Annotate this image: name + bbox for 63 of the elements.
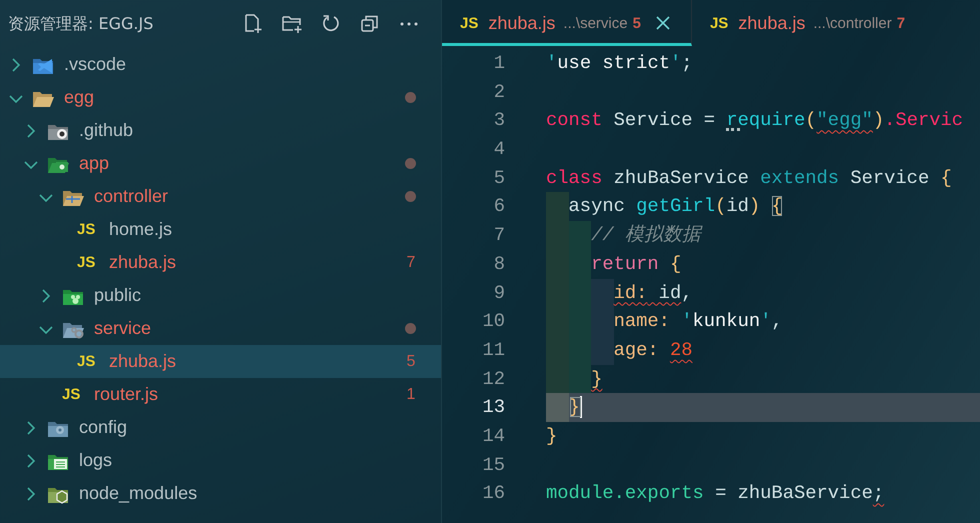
code-line: return { (591, 252, 682, 277)
code-line: const Service = require("egg").Servic (546, 108, 964, 134)
folder-tree-item[interactable]: service (0, 312, 441, 345)
line-number: 11 (481, 338, 505, 363)
code-line: async getGirl(id) { (568, 194, 783, 220)
line-number: 15 (481, 452, 505, 478)
folder-tree-item[interactable]: node_modules (0, 477, 441, 510)
code-line: module.exports = zhuBaService; (546, 481, 884, 506)
code-line: // 模拟数据 (591, 223, 701, 248)
editor-tab[interactable]: JS zhuba.js ...\service 5 (442, 0, 692, 46)
js-file-icon: JS (77, 353, 97, 370)
problem-count: 5 (406, 352, 416, 370)
code-line: } (591, 366, 602, 392)
line-number: 9 (492, 280, 505, 306)
code-line: } (546, 424, 558, 449)
new-file-icon[interactable] (243, 14, 263, 34)
line-number: 16 (481, 481, 505, 506)
collapse-all-icon[interactable] (360, 14, 380, 34)
tab-path: ...\service (563, 14, 628, 32)
new-folder-icon[interactable] (282, 14, 302, 34)
folder-tree-item[interactable]: egg (0, 81, 441, 114)
line-number: 7 (492, 223, 505, 248)
folder-tree-item[interactable]: config (0, 411, 441, 444)
problem-count: 5 (632, 14, 641, 32)
line-number: 12 (481, 366, 505, 392)
file-tree-item[interactable]: JS zhuba.js 7 (0, 246, 441, 279)
js-file-icon: JS (710, 14, 728, 32)
line-number: 5 (492, 166, 505, 191)
folder-tree-item[interactable]: public (0, 279, 441, 312)
line-number: 2 (492, 80, 505, 105)
line-number: 4 (492, 137, 505, 162)
editor-tab[interactable]: JS zhuba.js ...\controller 7 (692, 0, 936, 46)
folder-tree-item[interactable]: app (0, 147, 441, 180)
code-line: name: 'kunkun', (614, 309, 783, 334)
js-file-icon: JS (77, 221, 97, 238)
refresh-icon[interactable] (321, 14, 341, 34)
line-number: 10 (481, 309, 505, 334)
folder-tree-item[interactable]: controller (0, 180, 441, 213)
line-number: 6 (492, 194, 505, 220)
folder-tree-item[interactable]: .vscode (0, 48, 441, 81)
problem-count: 7 (406, 254, 416, 272)
problem-count: 1 (406, 386, 416, 404)
line-number: 14 (481, 424, 505, 449)
file-tree-item[interactable]: JS zhuba.js 5 (0, 345, 441, 378)
file-tree-item[interactable]: JS home.js (0, 213, 441, 246)
line-number: 1 (492, 51, 505, 76)
line-number: 13 (481, 395, 505, 420)
line-number: 8 (492, 252, 505, 277)
problem-count: 7 (896, 14, 906, 32)
tab-path: ...\controller (813, 14, 892, 32)
code-line: class zhuBaService extends Service { (546, 166, 952, 191)
line-number: 3 (492, 108, 505, 134)
js-file-icon: JS (77, 254, 97, 271)
sidebar-title: 资源管理器: EGG.JS (8, 14, 154, 34)
close-icon[interactable] (654, 15, 671, 31)
code-line: 'use strict'; (546, 51, 693, 76)
folder-tree-item[interactable]: logs (0, 444, 441, 477)
folder-tree-item[interactable]: .github (0, 114, 441, 147)
code-line: age: 28 (614, 338, 692, 363)
js-file-icon: JS (62, 386, 82, 403)
js-file-icon: JS (460, 14, 478, 32)
file-tree-item[interactable]: JS router.js 1 (0, 378, 441, 411)
code-line: id: id, (614, 280, 692, 306)
